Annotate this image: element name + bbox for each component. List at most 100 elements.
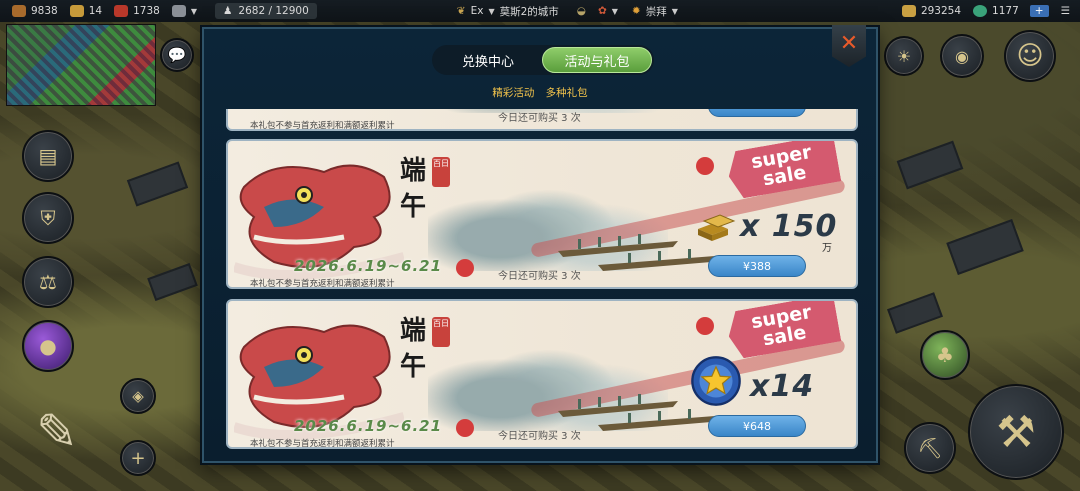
bowl-icon: ◒ [576,5,586,17]
purchase-limit: 今日还可购买 3 次 [498,113,581,124]
meat-count: 1738 [133,5,160,17]
wood-resource[interactable]: 9838 [12,5,58,17]
worship-label: 崇拜 [645,5,667,18]
scales-icon: ⚖ [39,270,57,294]
build-button[interactable]: ⚒ [968,384,1064,480]
modal-tab-bar: 兑换中心 活动与礼包 [432,45,654,75]
item-quantity: x14 [750,369,815,404]
food-resource[interactable]: 14 [69,5,103,17]
worship-selector[interactable]: ✹ 崇拜 ▼ [632,4,678,19]
subtitle-packs: 多种礼包 [545,87,588,99]
population-display[interactable]: ♟ 2682 / 12900 [215,3,317,19]
zoom-in-button[interactable]: + [120,440,156,476]
hammer-icon: ⚒ [996,406,1036,458]
gems-resource[interactable]: 1177 + [973,5,1049,17]
sun-icon: ✹ [631,5,641,17]
price-label: ¥388 [743,259,771,273]
lantern-decoration [696,317,714,335]
purchase-limit: 今日还可购买 3 次 [498,431,581,442]
gold-resource[interactable]: 293254 [901,5,962,17]
magic-orb-button[interactable]: ● [22,320,74,372]
buy-button[interactable] [708,109,806,117]
menu-icon: ☰ [1060,5,1070,17]
festival-title: 端午 [400,156,427,222]
tab-exchange-center[interactable]: 兑换中心 [434,47,542,73]
chat-button[interactable]: 💬 [160,38,194,72]
building-roof [147,263,198,301]
dig-button[interactable]: ⛏ [904,422,956,474]
shop-modal: 兑换中心 活动与礼包 精彩活动 多种礼包 ✕ 本礼包不参与首充返利和满额返利累计… [202,25,878,463]
pack-list[interactable]: 本礼包不参与首充返利和满额返利累计 今日还可购买 3 次 端午 百日 super… [226,109,858,455]
stone-icon [171,5,186,17]
add-gems-button[interactable]: + [1029,5,1049,17]
plus-icon: + [130,447,146,469]
layers-icon: ◈ [132,387,144,405]
quantity-unit: 万 [822,243,832,254]
lantern-decoration [696,157,714,175]
menu-button[interactable]: ☰ [1061,5,1070,17]
city-name: 莫斯2的城市 [499,5,559,18]
sun-ring-icon: ☀ [896,46,912,66]
chevron-down-icon: ▼ [671,6,678,16]
globe-icon: ◉ [955,46,969,66]
gems-count: 1177 [992,5,1019,17]
build-plans-button[interactable]: ✎ [8,392,106,472]
event-dates: 2026.6.19~6.21 [294,417,443,435]
forest-icon: ♣ [936,343,954,367]
purchase-limit: 今日还可购买 3 次 [498,271,581,282]
chevron-down-icon: ▼ [488,6,495,16]
city-selector[interactable]: ❦ Ex ▼ 莫斯2的城市 [457,4,559,19]
advisor-portrait[interactable]: ☺ [1004,30,1056,82]
gold-bars-icon [901,5,916,17]
pack-notice: 本礼包不参与首充返利和满额返利累计 [250,121,395,131]
buy-button[interactable]: ¥648 [708,415,806,437]
food-bowl-button[interactable]: ◒ [577,5,586,17]
trade-button[interactable]: ⚖ [22,256,74,308]
lantern-decoration [456,259,474,277]
close-icon: ✕ [839,31,859,56]
pack-notice: 本礼包不参与首充返利和满额返利累计 [250,279,395,289]
flower-selector[interactable]: ✿ ▼ [598,5,618,17]
star-badge-icon [691,356,741,406]
modal-subtitle: 精彩活动 多种礼包 [204,85,876,100]
food-count: 14 [88,5,103,17]
wreath-icon: ❦ [456,5,466,17]
festival-title: 端午 [400,316,427,382]
meat-resource[interactable]: 1738 [114,5,160,17]
building-roof [896,140,964,190]
helmet-icon: ⛨ [40,206,56,230]
buy-button[interactable]: ¥388 [708,255,806,277]
wood-icon [12,5,26,17]
pack-card: 本礼包不参与首充返利和满额返利累计 今日还可购买 3 次 [226,109,858,131]
gold-bars-icon [698,214,736,241]
gem-icon [973,5,988,17]
research-button[interactable]: ◉ [940,34,984,78]
shovel-icon: ⛏ [917,436,943,460]
advisor-face-icon: ☺ [1016,41,1044,71]
player-tag: Ex [470,5,484,17]
terrain-button[interactable]: ♣ [920,330,970,380]
pack-card: 端午 百日 super sale x 150 万 2026.6.19~6.21 [226,139,858,289]
resource-top-bar: 9838 14 1738 ▼ ♟ 2682 / 12900 ❦ Ex ▼ 莫斯2… [0,0,1080,22]
event-dates: 2026.6.19~6.21 [294,257,443,275]
blueprint-compass-icon: ✎ [36,403,78,461]
close-button[interactable]: ✕ [832,25,866,67]
layers-button[interactable]: ◈ [120,378,156,414]
gold-count: 293254 [920,5,962,17]
population-count: 2682 / 12900 [238,5,309,17]
flower-icon: ✿ [597,5,607,17]
lantern-decoration [456,419,474,437]
event-button[interactable]: ☀ [884,36,924,76]
orb-icon: ● [39,334,57,358]
more-resources-button[interactable]: ▼ [171,5,197,17]
tab-events-and-packs[interactable]: 活动与礼包 [542,47,652,73]
map-scroll-icon: ▤ [38,144,58,168]
subtitle-events: 精彩活动 [492,87,535,99]
military-button[interactable]: ⛨ [22,192,74,244]
red-seal-stamp: 百日 [432,317,450,347]
minimap[interactable] [6,24,156,106]
map-button[interactable]: ▤ [22,130,74,182]
chat-bubble-icon: 💬 [167,46,187,64]
wheat-icon [69,5,84,17]
building-roof [126,161,189,207]
